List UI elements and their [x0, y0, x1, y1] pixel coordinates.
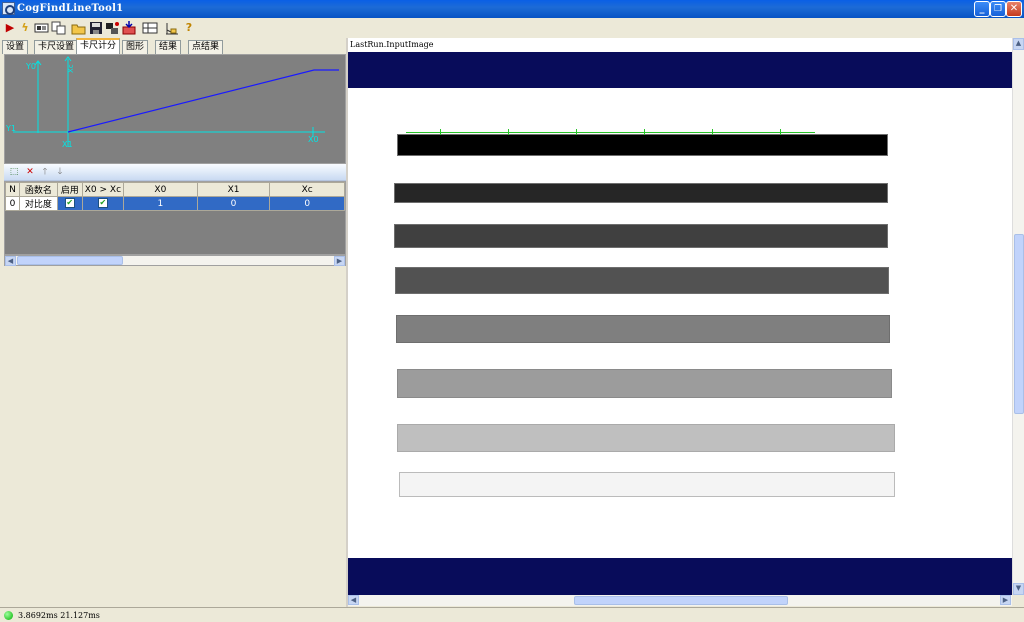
scroll-right-icon[interactable]: ▶ [1000, 595, 1011, 605]
caliper-tick [712, 129, 713, 135]
scoring-curve [67, 69, 339, 133]
image-buffer-label[interactable]: LastRun.InputImage [348, 38, 1012, 52]
gray-bar-3 [394, 224, 888, 248]
column-header-n[interactable]: N [5, 182, 20, 197]
caliper-tick [780, 129, 781, 135]
play-icon[interactable]: ▶ [2, 20, 18, 36]
column-header-x0-gt-xc[interactable]: X0 > Xc [81, 182, 125, 197]
image-display[interactable] [348, 52, 1012, 595]
gray-bar-8 [399, 472, 895, 497]
enabled-checkbox[interactable]: ✔ [64, 198, 75, 209]
status-bar: 3.8692ms 21.127ms [0, 607, 1024, 622]
copy-icon[interactable] [51, 20, 67, 36]
x1-cell[interactable]: 0 [196, 196, 271, 211]
graphic-tool-icon[interactable] [164, 20, 180, 36]
x0-label: X0 [308, 135, 319, 144]
scroll-down-icon[interactable]: ▼ [1013, 583, 1024, 595]
caliper-tick [644, 129, 645, 135]
bottom-dark-band [348, 558, 1012, 595]
close-button[interactable]: ✕ [1006, 1, 1022, 17]
question-icon[interactable]: ? [181, 20, 197, 36]
grid-scroll-thumb[interactable] [17, 256, 123, 265]
x0-cell[interactable]: 1 [123, 196, 198, 211]
enabled-cell[interactable]: ✔ [56, 196, 83, 211]
gray-bar-5 [396, 315, 890, 343]
x1-label: X1 [62, 140, 73, 149]
column-header-x0[interactable]: X0 [123, 182, 198, 197]
x0-gt-xc-cell[interactable]: ✔ [81, 196, 125, 211]
top-dark-band [348, 52, 1012, 88]
xc-label: Xc [67, 64, 75, 73]
horizontal-scroll-thumb[interactable] [574, 596, 788, 605]
image-vertical-scrollbar[interactable]: ▲ ▼ [1012, 38, 1024, 595]
status-led-icon [4, 611, 13, 620]
move-up-icon[interactable]: 🡑 [39, 166, 51, 178]
restore-button[interactable]: ❐ [990, 1, 1006, 17]
cog-app-icon [2, 2, 15, 15]
y1-label: Y1 [5, 124, 16, 133]
tab-graphics[interactable]: 图形 [122, 40, 149, 54]
scoring-function-graph: Y0 Y1 X0 X1 Xc [4, 54, 346, 164]
lightning-icon[interactable]: ϟ [17, 20, 33, 36]
vertical-scroll-thumb[interactable] [1014, 234, 1024, 414]
tool-block-icon[interactable] [104, 20, 120, 36]
scoring-function-grid: N 函数名 启用 X0 > Xc X0 X1 Xc 0 对比度 ✔ ✔ 1 0 … [4, 181, 346, 255]
status-timing: 3.8692ms 21.127ms [18, 611, 100, 620]
xc-cell[interactable]: 0 [269, 196, 345, 211]
tab-caliper-scoring[interactable]: 卡尺计分 [76, 38, 121, 54]
toolbar: ▶ ϟ ? [0, 18, 1024, 38]
scroll-left-icon[interactable]: ◀ [5, 256, 16, 266]
scroll-up-icon[interactable]: ▲ [1013, 38, 1024, 50]
caliper-tick [576, 129, 577, 135]
scoring-function-plot: Y0 Y1 X0 X1 Xc [5, 56, 339, 149]
minimize-button[interactable]: _ [974, 1, 990, 17]
grid-horizontal-scrollbar[interactable]: ◀ ▶ [4, 255, 346, 266]
window-title: CogFindLineTool1 [17, 3, 124, 14]
gray-bar-6 [397, 369, 892, 398]
result-grid-icon[interactable] [142, 20, 158, 36]
caliper-tick [440, 129, 441, 135]
load-image-icon[interactable] [121, 20, 137, 36]
column-header-function-name[interactable]: 函数名 [18, 182, 58, 197]
column-header-x1[interactable]: X1 [196, 182, 271, 197]
settings-tabs: 设置 卡尺设置 卡尺计分 图形 结果 点结果 [2, 38, 346, 54]
add-function-icon[interactable]: ⬚ [8, 166, 20, 178]
tab-point-results[interactable]: 点结果 [188, 40, 224, 54]
title-bar: CogFindLineTool1 _ ❐ ✕ [0, 0, 1024, 18]
scroll-left-icon[interactable]: ◀ [348, 595, 359, 605]
function-toolbar: ⬚ ✕ 🡑 🡓 [4, 164, 346, 181]
gray-bar-4 [395, 267, 889, 294]
function-name-cell[interactable]: 对比度 [18, 196, 58, 211]
gray-bar-1 [397, 134, 888, 156]
gray-bar-7 [397, 424, 895, 452]
move-down-icon[interactable]: 🡓 [54, 166, 66, 178]
column-header-xc[interactable]: Xc [269, 182, 345, 197]
grid-header-row: N 函数名 启用 X0 > Xc X0 X1 Xc [5, 182, 345, 197]
open-folder-icon[interactable] [71, 20, 87, 36]
caliper-search-line[interactable] [406, 132, 815, 133]
x0-gt-xc-checkbox[interactable]: ✔ [97, 198, 108, 209]
table-row[interactable]: 0 对比度 ✔ ✔ 1 0 0 [5, 196, 345, 211]
save-icon[interactable] [88, 20, 104, 36]
tab-results[interactable]: 结果 [155, 40, 182, 54]
tab-settings[interactable]: 设置 [2, 40, 29, 54]
column-header-enabled[interactable]: 启用 [56, 182, 83, 197]
gray-bar-2 [394, 183, 888, 203]
y0-label: Y0 [25, 62, 36, 71]
tab-caliper-settings[interactable]: 卡尺设置 [34, 40, 79, 54]
row-index: 0 [5, 196, 20, 211]
image-display-icon[interactable] [34, 20, 50, 36]
image-horizontal-scrollbar[interactable]: ◀ ▶ [348, 595, 1012, 606]
caliper-tick [508, 129, 509, 135]
delete-icon[interactable]: ✕ [24, 166, 36, 178]
scroll-right-icon[interactable]: ▶ [334, 256, 345, 266]
